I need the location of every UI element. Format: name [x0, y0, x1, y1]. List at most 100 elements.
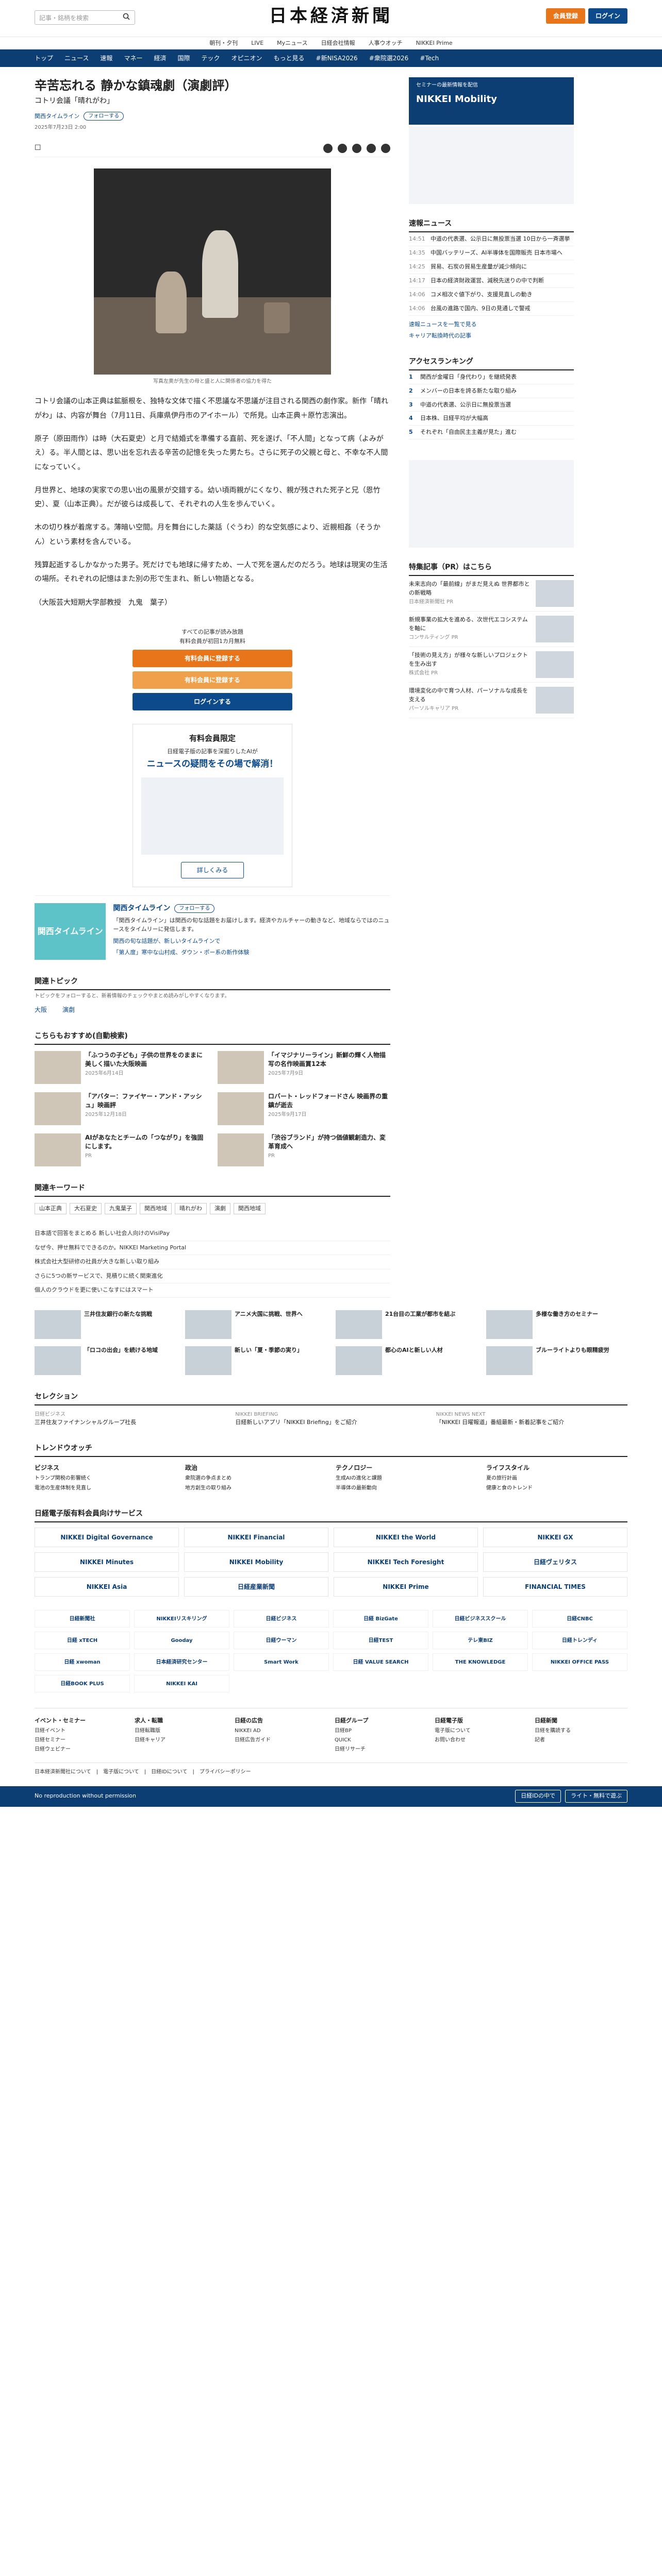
subnav-item[interactable]: LIVE — [251, 39, 263, 49]
footer-link[interactable]: 日経転職版 — [135, 1727, 227, 1735]
trend-item[interactable]: 半導体の最新動向 — [336, 1484, 477, 1492]
selection-item[interactable]: NIKKEI NEWS NEXT 「NIKKEI 日曜報道」番組最新・新着記事をご… — [436, 1411, 627, 1427]
nav-item[interactable]: 速報 — [100, 54, 112, 63]
footer-link[interactable]: 日経広告ガイド — [235, 1736, 327, 1744]
group-logo[interactable]: 日経 xwoman — [35, 1653, 130, 1671]
topic-item[interactable]: 演劇 — [62, 1005, 75, 1014]
promo-item[interactable]: 「ロコの出会」を続ける地域 — [35, 1346, 176, 1375]
ranking-item[interactable]: 5 それぞれ「自由民主主義が見た」進む — [409, 426, 574, 440]
brand-logo[interactable]: 日経産業新聞 — [184, 1577, 328, 1597]
group-logo[interactable]: 日経CNBC — [532, 1610, 627, 1628]
footer-bottom-links[interactable]: 日本経済新聞社について | 電子版について | 日経IDについて | プライバシ… — [35, 1762, 627, 1776]
group-logo[interactable]: NIKKEIリスキリング — [134, 1610, 229, 1628]
trend-item[interactable]: 電池の生産体制を見直し — [35, 1484, 176, 1492]
breaking-item[interactable]: 14:17 日本の経済財政運営、減税先送りの中で判断 — [409, 274, 574, 288]
search-input[interactable]: 記事・銘柄を検索 — [35, 10, 135, 25]
breaking-item[interactable]: 14:06 台風の進路で国内、9日の見通しで警戒 — [409, 302, 574, 316]
brand-logo[interactable]: NIKKEI Digital Governance — [35, 1528, 179, 1548]
signup-button[interactable]: 会員登録 — [545, 8, 585, 24]
footer-link[interactable]: 日経セミナー — [35, 1736, 127, 1744]
promo-item[interactable]: 三井住友銀行の新たな挑戦 — [35, 1310, 176, 1339]
breaking-item[interactable]: 14:06 コメ相次ぐ値下がり、支援見直しの動き — [409, 288, 574, 302]
pr-item[interactable]: さらに5つの新サービスで、見積りに続く関東進化 — [35, 1269, 390, 1284]
brand-logo[interactable]: NIKKEI Tech Foresight — [334, 1552, 478, 1572]
promo-item[interactable]: ブルーライトよりも眼精疲労 — [486, 1346, 627, 1375]
register-button-2[interactable]: 有料会員に登録する — [133, 671, 292, 689]
author-link[interactable]: 関西タイムライン — [35, 112, 79, 121]
topic-item[interactable]: 大阪 — [35, 1005, 47, 1014]
kansai-timeline-image[interactable]: 関西タイムライン — [35, 903, 106, 960]
breaking-item[interactable]: 14:51 中道の代表選、公示日に無投票当選 10日から一斉選挙 — [409, 232, 574, 246]
group-logo[interactable]: 日経ビジネス — [234, 1610, 329, 1628]
follow-button[interactable]: フォローする — [84, 112, 124, 121]
group-logo[interactable]: 日経 BizGate — [333, 1610, 428, 1628]
breaking-item[interactable]: 14:25 貿易、石炭の貿易生産量が減少傾向に — [409, 260, 574, 274]
special-item[interactable]: 環境変化の中で育つ人材、パーソナルな成長を支える パーソルキャリア PR — [409, 683, 574, 719]
group-logo[interactable]: THE KNOWLEDGE — [433, 1653, 528, 1671]
group-logo[interactable]: Gooday — [134, 1632, 229, 1650]
follow-button-2[interactable]: フォローする — [174, 904, 215, 913]
brand-logo[interactable]: NIKKEI GX — [483, 1528, 627, 1548]
brand-logo[interactable]: NIKKEI Prime — [334, 1577, 478, 1597]
ranking-item[interactable]: 1 関西が金曜日「身代わり」を継続発表 — [409, 370, 574, 384]
breaking-link[interactable]: キャリア転換時代の記事 — [409, 330, 574, 342]
subnav-item[interactable]: 日経会社情報 — [321, 39, 355, 49]
keyword-tag[interactable]: 晴れがわ — [175, 1202, 207, 1215]
group-logo[interactable]: 日本経済研究センター — [134, 1653, 229, 1671]
breaking-link[interactable]: 速報ニュースを一覧で見る — [409, 319, 574, 331]
ranking-item[interactable]: 3 中道の代表選、公示日に無投票当選 — [409, 398, 574, 412]
keyword-tag[interactable]: 関西地域 — [140, 1202, 172, 1215]
group-logo[interactable]: 日経BOOK PLUS — [35, 1675, 130, 1693]
nav-item[interactable]: トップ — [35, 54, 53, 63]
bookmark-icon[interactable]: ☐ — [35, 143, 41, 154]
footer-button[interactable]: 日経IDの中で — [515, 1790, 561, 1803]
group-logo[interactable]: Smart Work — [234, 1653, 329, 1671]
recommend-card[interactable]: ロバート・レッドフォードさん 映画界の重鎮が逝去 2025年9月17日 — [218, 1092, 390, 1125]
details-button[interactable]: 詳しくみる — [180, 861, 244, 878]
facebook-share-icon[interactable] — [381, 143, 390, 153]
brand-logo[interactable]: NIKKEI the World — [334, 1528, 478, 1548]
nav-item[interactable]: #衆院選2026 — [369, 54, 409, 63]
ad-image[interactable] — [409, 127, 574, 204]
nav-item[interactable]: テック — [201, 54, 220, 63]
group-logo[interactable]: NIKKEI KAI — [134, 1675, 229, 1693]
group-logo[interactable]: NIKKEI OFFICE PASS — [532, 1653, 627, 1671]
brand-logo[interactable]: NIKKEI Asia — [35, 1577, 179, 1597]
group-logo[interactable]: 日経ウーマン — [234, 1632, 329, 1650]
footer-link[interactable]: お問い合わせ — [435, 1736, 527, 1744]
keyword-tag[interactable]: 関西地域 — [234, 1202, 266, 1215]
brand-logo[interactable]: 日経ヴェリタス — [483, 1552, 627, 1572]
x-share-icon[interactable] — [367, 143, 376, 153]
author-link-item[interactable]: 「第人度」寒中な山村成、ダウン・ポー系の新作体験 — [113, 948, 390, 957]
nav-item[interactable]: オピニオン — [231, 54, 262, 63]
selection-item[interactable]: 日経ビジネス 三井住友ファイナンシャルグループ社長 — [35, 1411, 226, 1427]
footer-link[interactable]: 日経ウェビナー — [35, 1745, 127, 1753]
subnav-item[interactable]: NIKKEI Prime — [416, 39, 453, 49]
nav-item[interactable]: 経済 — [154, 54, 166, 63]
recommend-card[interactable]: 「ふつうの子ども」子供の世界をのままに美しく描いた大阪映画 2025年6月14日 — [35, 1050, 207, 1084]
ranking-item[interactable]: 2 メンバーの日本を誇る新たな取り組み — [409, 384, 574, 398]
special-item[interactable]: 未来志向の「最前線」がまだ見えぬ 世界都市との新戦略 日本経済新聞社 PR — [409, 576, 574, 612]
brand-logo[interactable]: NIKKEI Financial — [184, 1528, 328, 1548]
footer-link[interactable]: 日経イベント — [35, 1727, 127, 1735]
trend-item[interactable]: 健康と食のトレンド — [486, 1484, 627, 1492]
trend-item[interactable]: トランプ関税の影響続く — [35, 1475, 176, 1482]
sidebar-ad[interactable] — [409, 460, 574, 548]
group-logo[interactable]: 日経TEST — [333, 1632, 428, 1650]
nav-item[interactable]: もっと見る — [274, 54, 305, 63]
selection-item[interactable]: NIKKEI BRIEFING 日経新しいアプリ「NIKKEI Briefing」… — [235, 1411, 426, 1427]
group-logo[interactable]: テレ東BIZ — [433, 1632, 528, 1650]
group-logo[interactable]: 日経ビジネススクール — [433, 1610, 528, 1628]
paywall-login-button[interactable]: ログインする — [133, 693, 292, 711]
promo-item[interactable]: 新しい「夏・季節の実り」 — [185, 1346, 326, 1375]
pr-item[interactable]: 日本語で回答をまとめる 新しい社会人向けのVisiPay — [35, 1227, 390, 1241]
link-icon[interactable] — [352, 143, 361, 153]
recommend-card[interactable]: 「渋谷ブランド」が持つ価値観創造力、変革育成へ PR — [218, 1133, 390, 1166]
group-logo[interactable]: 日経 VALUE SEARCH — [333, 1653, 428, 1671]
footer-button-2[interactable]: ライト・無料で遊ぶ — [565, 1790, 627, 1803]
footer-link[interactable]: 日経BP — [335, 1727, 427, 1735]
brand-logo[interactable]: NIKKEI Mobility — [184, 1552, 328, 1572]
register-button[interactable]: 有料会員に登録する — [133, 650, 292, 668]
promo-item[interactable]: 21台目の工業が都市を結ぶ — [336, 1310, 477, 1339]
footer-link[interactable]: 記者 — [535, 1736, 627, 1744]
